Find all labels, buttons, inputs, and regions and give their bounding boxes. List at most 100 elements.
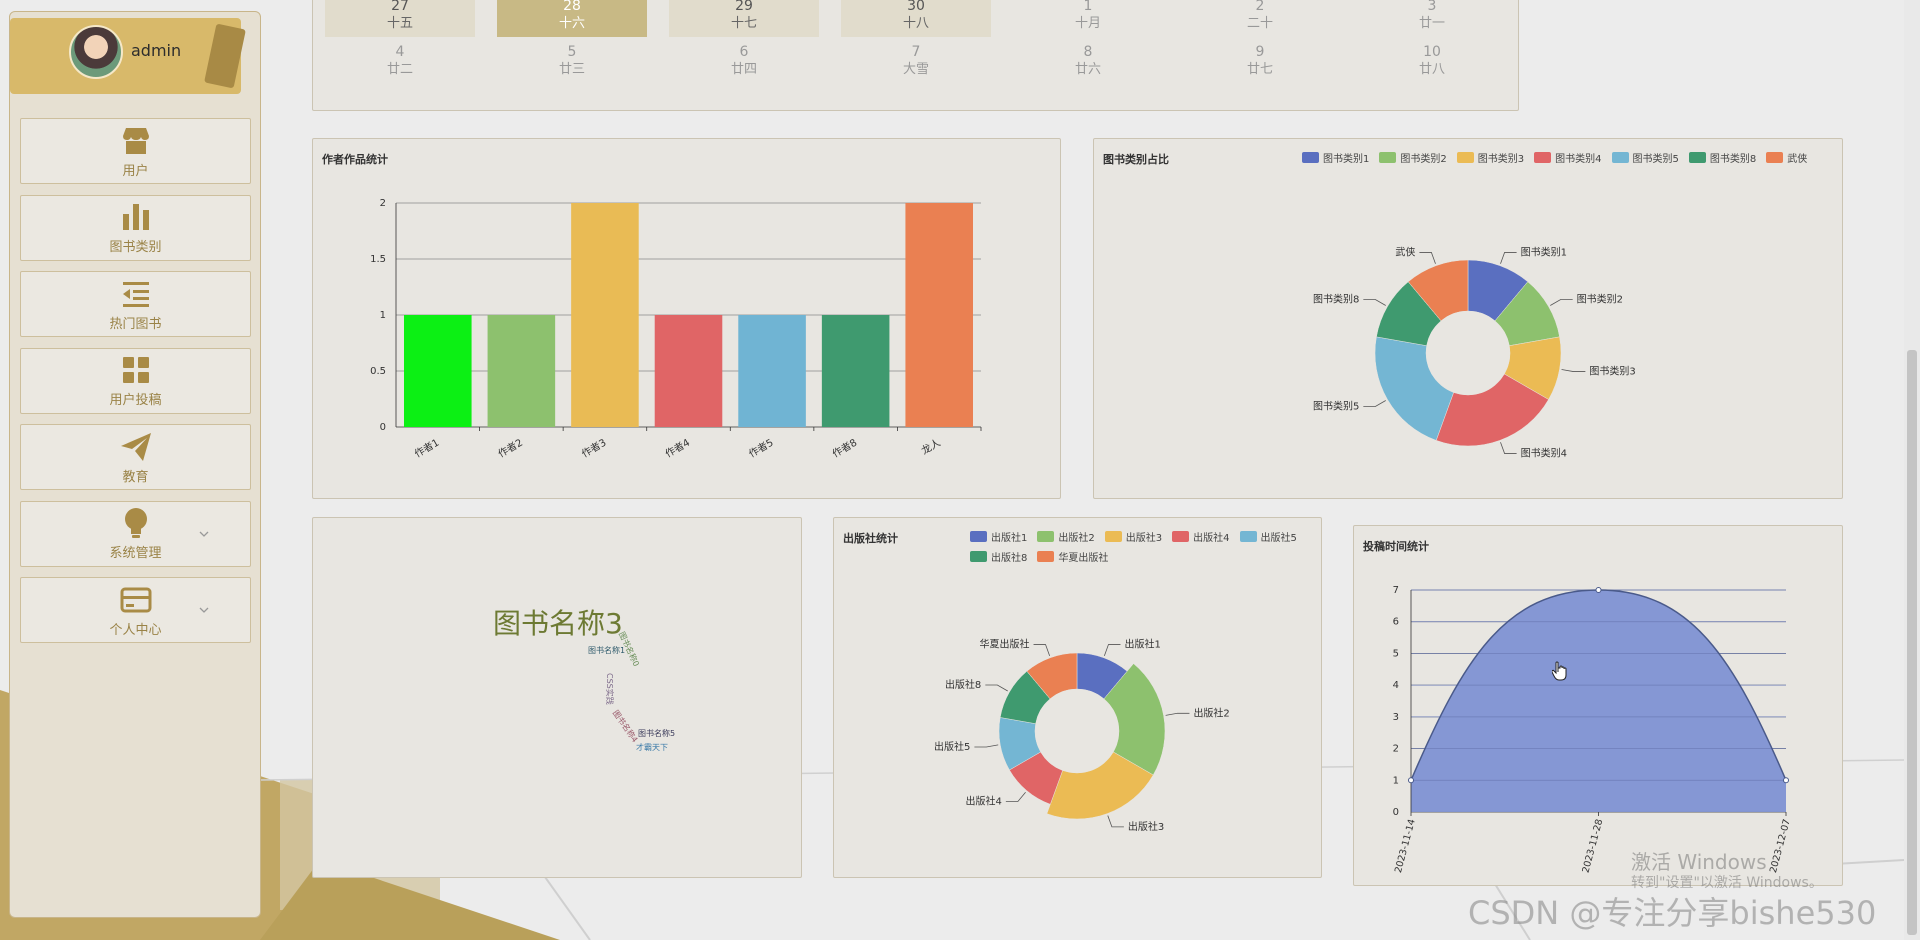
calendar-day[interactable]: 2 二十 (1185, 0, 1335, 37)
calendar-day-number: 28 (563, 0, 581, 14)
sidebar-item-label: 用户投稿 (109, 393, 162, 408)
calendar-day[interactable]: 29 十七 (669, 0, 819, 37)
calendar-day[interactable]: 28 十六 (497, 0, 647, 37)
calendar-day[interactable]: 6 廿四 (669, 43, 819, 83)
author-works-chart: 0 0.5 1 1.5 2 作者1 作者2 作者3 作者4 作者5 作者8 龙人 (370, 198, 982, 461)
slice-label: 出版社1 (1124, 638, 1160, 651)
sidebar-item-3[interactable]: 用户投稿 (20, 347, 251, 414)
hand-cursor-icon (1552, 661, 1567, 681)
submit-time-chart: 0 1 2 3 4 5 6 7 2023-11-14 2023-11-28 2023-12-07 (1393, 585, 1793, 874)
wordcloud-word[interactable]: 图书名称4 (610, 708, 640, 745)
bar[interactable] (654, 315, 723, 427)
sidebar-item-1[interactable]: 图书类别 (20, 194, 251, 261)
bar[interactable] (571, 203, 639, 427)
sidebar-item-2[interactable]: 热门图书 (20, 271, 251, 337)
calendar-lunar-date: 十六 (558, 16, 585, 31)
calendar-lunar-date: 廿四 (730, 62, 757, 77)
calendar-day-number: 10 (1423, 44, 1441, 60)
calendar-day[interactable]: 8 廿六 (1013, 43, 1163, 83)
x-tick-label: 作者3 (580, 437, 609, 461)
calendar-day[interactable]: 30 十八 (841, 0, 991, 37)
calendar-lunar-date: 大雪 (902, 62, 929, 77)
wordcloud-word[interactable]: 图书名称1 (588, 645, 625, 656)
label-leader-line (1500, 252, 1517, 264)
y-tick-label: 7 (1393, 585, 1399, 596)
calendar-day[interactable]: 9 廿七 (1185, 43, 1335, 83)
calendar-day[interactable]: 4 廿二 (325, 43, 475, 83)
x-tick-label: 龙人 (919, 436, 943, 457)
calendar-day[interactable]: 27 十五 (325, 0, 475, 37)
sidebar-item-4[interactable]: 教育 (20, 424, 251, 490)
slice-label: 图书类别3 (1589, 365, 1635, 378)
bar[interactable] (487, 315, 556, 427)
slice-label: 出版社4 (965, 794, 1001, 807)
bar-chart-icon (122, 204, 149, 230)
pie-slice[interactable] (1374, 336, 1454, 441)
chevron-down-icon[interactable] (198, 528, 210, 540)
x-tick-label: 作者5 (747, 437, 776, 461)
category-ratio-panel: 图书类别占比 图书类别1 图书类别2 图书类别3 图书类别4 图书类别5 图书类别8 武侠 … (1093, 138, 1843, 499)
publisher-panel: 出版社统计 出版社1 出版社2 出版社3 出版社4 出版社5 出版社8 华夏出版社 出版社1… (833, 517, 1322, 878)
calendar-day-number: 1 (1083, 0, 1093, 14)
data-point[interactable] (1595, 587, 1602, 593)
y-tick-label: 0.5 (370, 366, 386, 377)
label-leader-line (985, 684, 1008, 692)
csdn-watermark: CSDN @专注分享bishe530 (1468, 894, 1877, 932)
bar[interactable] (905, 203, 973, 427)
wordcloud-word[interactable]: 图书名称3 (493, 602, 623, 642)
calendar-panel: 27 十五 28 十六 29 十七 30 十八 1 十月 2 二十 3 廿一 4 廿二 5 廿三 6 廿四 7 大雪 8 廿六… (312, 0, 1519, 111)
data-point[interactable] (1408, 777, 1414, 784)
chevron-down-icon[interactable] (198, 604, 210, 616)
x-tick-label: 作者2 (496, 437, 525, 461)
label-leader-line (1419, 252, 1436, 264)
wordcloud-word[interactable]: 才霸天下 (636, 742, 668, 753)
calendar-day[interactable]: 7 大雪 (841, 43, 991, 83)
list-indent-icon (122, 281, 149, 307)
bar[interactable] (738, 315, 806, 427)
calendar-day-number: 3 (1427, 0, 1437, 14)
sidebar-item-label: 系统管理 (109, 546, 162, 561)
calendar-lunar-date: 二十 (1246, 16, 1273, 31)
sidebar-item-label: 个人中心 (109, 622, 162, 638)
calendar-day-number: 4 (395, 44, 405, 60)
lightbulb-icon (124, 508, 147, 538)
sidebar-item-5[interactable]: 系统管理 (20, 500, 251, 567)
grid-icon (122, 357, 149, 383)
label-leader-line (1550, 299, 1573, 306)
avatar[interactable] (69, 25, 123, 79)
sidebar-item-6[interactable]: 个人中心 (20, 577, 251, 643)
windows-watermark-title: 激活 Windows (1631, 850, 1767, 874)
x-tick-label: 2023-11-28 (1580, 818, 1605, 874)
y-tick-label: 1 (1393, 775, 1399, 786)
calendar-day[interactable]: 3 廿一 (1357, 0, 1507, 37)
sidebar-item-label: 图书类别 (109, 240, 162, 255)
calendar-lunar-date: 廿三 (558, 62, 585, 77)
author-works-panel: 作者作品统计 0 0.5 1 1.5 2 作者1 作者2 作者3 作者4 作者5 作者8 龙人 (312, 138, 1061, 499)
wordcloud-word[interactable]: 图书名称5 (638, 728, 675, 739)
page-scrollbar-thumb[interactable] (1907, 350, 1917, 935)
calendar-lunar-date: 十八 (902, 16, 929, 31)
slice-label: 华夏出版社 (980, 638, 1030, 651)
bar[interactable] (404, 315, 472, 427)
slice-label: 图书类别4 (1521, 447, 1567, 460)
data-point[interactable] (1783, 777, 1789, 784)
sidebar-item-label: 用户 (122, 163, 149, 179)
y-tick-label: 0 (1393, 807, 1399, 818)
bar[interactable] (821, 315, 890, 427)
calendar-day[interactable]: 1 十月 (1013, 0, 1163, 37)
calendar-day[interactable]: 5 廿三 (497, 43, 647, 83)
wordcloud-word[interactable]: CSS实践 (604, 673, 615, 705)
y-tick-label: 6 (1393, 617, 1399, 628)
label-leader-line (1500, 442, 1517, 454)
slice-label: 图书类别2 (1577, 293, 1623, 306)
sidebar-item-label: 热门图书 (109, 316, 162, 332)
label-leader-line (1005, 792, 1026, 802)
area-fill (1411, 590, 1786, 812)
calendar-day-number: 7 (911, 44, 921, 60)
calendar-day[interactable]: 10 廿八 (1357, 43, 1507, 83)
y-tick-label: 0 (380, 422, 386, 433)
sidebar-item-0[interactable]: 用户 (20, 118, 251, 184)
calendar-day-number: 6 (739, 44, 749, 60)
calendar-lunar-date: 廿八 (1418, 62, 1445, 77)
calendar-lunar-date: 十七 (730, 16, 757, 31)
